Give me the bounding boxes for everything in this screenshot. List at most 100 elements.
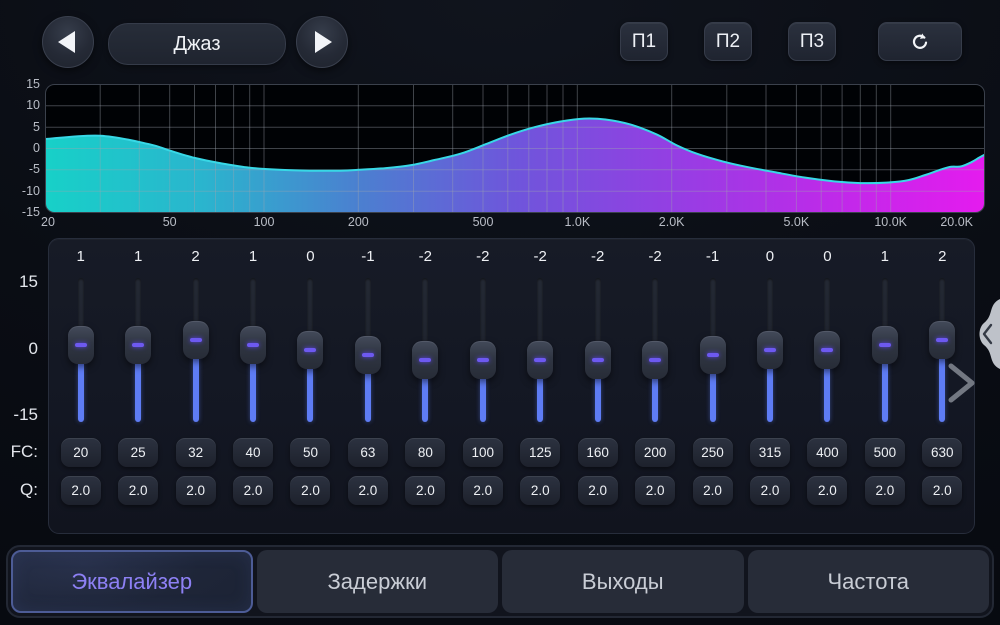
band-gain-value: -2 — [591, 247, 604, 267]
band-slider[interactable] — [355, 275, 381, 425]
band-slider-thumb[interactable] — [183, 321, 209, 359]
preset-next-button[interactable] — [296, 16, 348, 68]
thumb-dash-icon — [477, 358, 489, 362]
band-q-button[interactable]: 2.0 — [578, 476, 618, 505]
fc-row-label: FC: — [0, 442, 38, 462]
eq-band: 2 32 2.0 — [167, 247, 224, 533]
band-q-button[interactable]: 2.0 — [922, 476, 962, 505]
band-q-button[interactable]: 2.0 — [807, 476, 847, 505]
band-slider[interactable] — [527, 275, 553, 425]
band-fc-button[interactable]: 160 — [578, 438, 618, 467]
tab-выходы[interactable]: Выходы — [502, 550, 744, 613]
band-fc-button[interactable]: 125 — [520, 438, 560, 467]
band-fc-button[interactable]: 500 — [865, 438, 905, 467]
eq-band: 1 25 2.0 — [109, 247, 166, 533]
thumb-dash-icon — [247, 343, 259, 347]
band-fc-button[interactable]: 400 — [807, 438, 847, 467]
band-fc-button[interactable]: 25 — [118, 438, 158, 467]
band-slider[interactable] — [814, 275, 840, 425]
y-tick-label: -10 — [0, 184, 40, 198]
band-gain-value: 2 — [938, 247, 946, 267]
band-slider[interactable] — [240, 275, 266, 425]
band-slider[interactable] — [183, 275, 209, 425]
bottom-tab-bar: ЭквалайзерЗадержкиВыходыЧастота — [6, 545, 994, 618]
band-fc-button[interactable]: 63 — [348, 438, 388, 467]
preset-slot-3-button[interactable]: П3 — [788, 22, 836, 61]
band-slider-thumb[interactable] — [585, 341, 611, 379]
band-gain-value: -2 — [419, 247, 432, 267]
band-q-button[interactable]: 2.0 — [693, 476, 733, 505]
eq-response-graph — [45, 84, 985, 213]
band-q-button[interactable]: 2.0 — [61, 476, 101, 505]
right-triangle-icon — [315, 31, 332, 53]
preset-prev-button[interactable] — [42, 16, 94, 68]
band-slider-thumb[interactable] — [125, 326, 151, 364]
band-fc-button[interactable]: 250 — [693, 438, 733, 467]
band-slider[interactable] — [757, 275, 783, 425]
band-q-button[interactable]: 2.0 — [118, 476, 158, 505]
band-gain-value: 0 — [306, 247, 314, 267]
band-slider[interactable] — [642, 275, 668, 425]
band-fc-button[interactable]: 200 — [635, 438, 675, 467]
slider-scale-min: -15 — [0, 405, 38, 425]
refresh-icon — [909, 31, 931, 53]
reset-button[interactable] — [878, 22, 962, 61]
band-fc-button[interactable]: 32 — [176, 438, 216, 467]
band-slider[interactable] — [412, 275, 438, 425]
band-fc-button[interactable]: 80 — [405, 438, 445, 467]
band-slider[interactable] — [585, 275, 611, 425]
band-q-button[interactable]: 2.0 — [635, 476, 675, 505]
band-slider[interactable] — [872, 275, 898, 425]
band-slider-thumb[interactable] — [297, 331, 323, 369]
band-slider[interactable] — [297, 275, 323, 425]
band-fc-button[interactable]: 50 — [290, 438, 330, 467]
band-q-button[interactable]: 2.0 — [348, 476, 388, 505]
band-fc-button[interactable]: 40 — [233, 438, 273, 467]
band-fc-button[interactable]: 20 — [61, 438, 101, 467]
band-slider-thumb[interactable] — [929, 321, 955, 359]
band-slider-thumb[interactable] — [240, 326, 266, 364]
tab-частота[interactable]: Частота — [748, 550, 990, 613]
preset-slot-2-button[interactable]: П2 — [704, 22, 752, 61]
more-bands-button[interactable] — [942, 360, 980, 406]
band-q-button[interactable]: 2.0 — [176, 476, 216, 505]
band-slider-thumb[interactable] — [527, 341, 553, 379]
band-q-button[interactable]: 2.0 — [520, 476, 560, 505]
band-q-button[interactable]: 2.0 — [750, 476, 790, 505]
tab-задержки[interactable]: Задержки — [257, 550, 499, 613]
band-slider-thumb[interactable] — [355, 336, 381, 374]
band-slider-thumb[interactable] — [642, 341, 668, 379]
tab-active-эквалайзер[interactable]: Эквалайзер — [11, 550, 253, 613]
band-slider[interactable] — [68, 275, 94, 425]
band-slider[interactable] — [700, 275, 726, 425]
preset-slot-1-button[interactable]: П1 — [620, 22, 668, 61]
band-slider-thumb[interactable] — [68, 326, 94, 364]
band-q-button[interactable]: 2.0 — [463, 476, 503, 505]
band-slider[interactable] — [125, 275, 151, 425]
band-q-button[interactable]: 2.0 — [865, 476, 905, 505]
eq-band: 1 40 2.0 — [224, 247, 281, 533]
band-fc-button[interactable]: 100 — [463, 438, 503, 467]
side-drawer-handle[interactable] — [978, 299, 1000, 369]
y-tick-label: -15 — [0, 205, 40, 219]
band-slider-thumb[interactable] — [757, 331, 783, 369]
thumb-dash-icon — [879, 343, 891, 347]
band-q-button[interactable]: 2.0 — [233, 476, 273, 505]
band-fc-button[interactable]: 630 — [922, 438, 962, 467]
x-tick-label: 5.0K — [783, 215, 809, 230]
band-fc-button[interactable]: 315 — [750, 438, 790, 467]
slider-scale-max: 15 — [0, 272, 38, 292]
band-slider-thumb[interactable] — [700, 336, 726, 374]
band-q-button[interactable]: 2.0 — [405, 476, 445, 505]
band-slider-thumb[interactable] — [814, 331, 840, 369]
band-slider-thumb[interactable] — [872, 326, 898, 364]
preset-name[interactable]: Джаз — [108, 23, 286, 65]
eq-band: -2 125 2.0 — [512, 247, 569, 533]
band-slider[interactable] — [470, 275, 496, 425]
chevron-right-icon — [951, 366, 972, 400]
band-slider-thumb[interactable] — [470, 341, 496, 379]
band-slider-thumb[interactable] — [412, 341, 438, 379]
band-q-button[interactable]: 2.0 — [290, 476, 330, 505]
thumb-dash-icon — [132, 343, 144, 347]
band-gain-value: 2 — [191, 247, 199, 267]
